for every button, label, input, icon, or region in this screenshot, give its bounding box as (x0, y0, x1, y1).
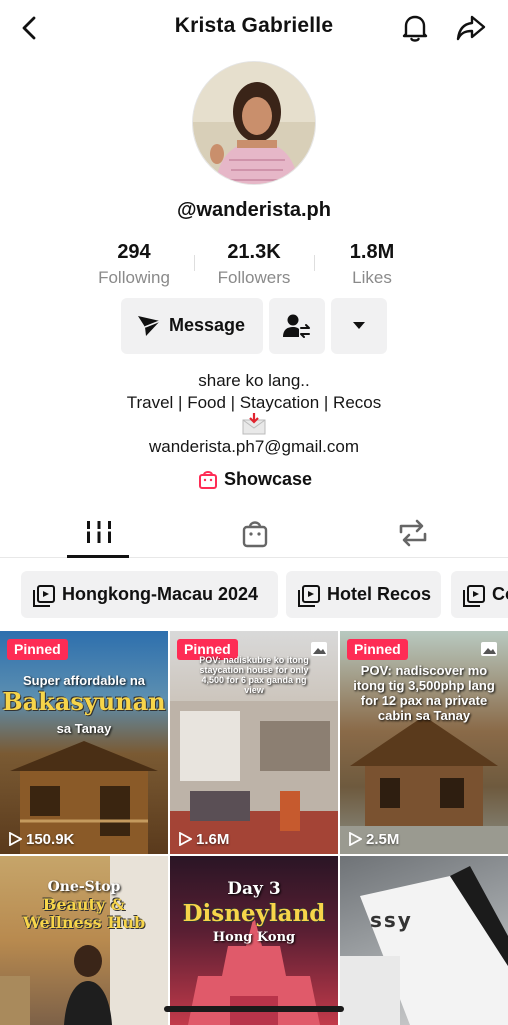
playlist-label: Hongkong-Macau 2024 (62, 584, 259, 604)
video-caption: Super affordable na (22, 673, 146, 688)
likes-count: 1.8M (349, 241, 395, 263)
follow-status-button[interactable] (269, 298, 325, 354)
bio-line: share ko lang.. (198, 371, 310, 390)
stats-row: 294 Following 21.3K Followers 1.8M Likes (0, 241, 508, 291)
tab-videos[interactable] (67, 512, 129, 558)
more-button[interactable] (331, 298, 387, 354)
gallery-icon (481, 642, 497, 656)
share-arrow-icon (456, 15, 486, 41)
following-count: 294 (117, 241, 151, 263)
gallery-icon (311, 642, 327, 656)
view-count: 1.6M (178, 831, 229, 848)
bell-icon (402, 15, 428, 42)
tab-shop[interactable] (223, 512, 285, 558)
video-caption: POV: nadiskubre ko itong staycation hous… (199, 655, 309, 695)
followers-label: Followers (217, 268, 291, 287)
play-outline-icon (179, 831, 193, 847)
active-tab-indicator (67, 555, 129, 558)
video-title: Disneyland (182, 900, 326, 927)
play-outline-icon (349, 831, 363, 847)
video-thumbnail[interactable]: Pinned POV: nadiskubre ko itong staycati… (170, 631, 338, 854)
videos-grid-icon (86, 521, 112, 543)
repost-icon (399, 519, 427, 547)
send-icon (138, 316, 161, 336)
bio-email[interactable]: wanderista.ph7@gmail.com (0, 437, 508, 457)
stat-following[interactable]: 294 Following (74, 241, 194, 288)
video-title: Bakasyunan (2, 687, 166, 716)
video-caption: One-Stop (47, 879, 121, 895)
avatar[interactable] (192, 61, 316, 185)
message-label: Message (169, 315, 246, 335)
friends-swap-icon (283, 314, 310, 338)
video-thumbnail[interactable]: Pinned Super affordable na Bakasyunan sa… (0, 631, 168, 854)
video-caption: sa Tanay (56, 721, 112, 736)
playlist-icon (33, 585, 55, 607)
video-caption: Hong Kong (212, 930, 296, 945)
pinned-badge: Pinned (347, 639, 408, 660)
playlist-icon (463, 585, 485, 607)
play-outline-icon (9, 831, 23, 847)
top-bar: Krista Gabrielle (0, 0, 508, 56)
playlist-label: Co (492, 584, 508, 604)
profile-handle: @wanderista.ph (177, 199, 331, 221)
playlist-chips: Hongkong-Macau 2024 Hotel Recos Co (0, 571, 508, 619)
content-tabs (0, 512, 508, 558)
playlist-label: Hotel Recos (327, 584, 432, 604)
triangle-down-icon (353, 322, 365, 329)
message-button[interactable]: Message (121, 298, 263, 354)
likes-label: Likes (352, 268, 392, 287)
share-button[interactable] (453, 11, 489, 45)
stat-followers[interactable]: 21.3K Followers (194, 241, 314, 288)
view-count: 150.9K (8, 831, 74, 848)
video-title: Beauty & Wellness Hub (22, 895, 146, 932)
video-thumbnail[interactable]: Pinned POV: nadiscover mo itong tig 3,50… (340, 631, 508, 854)
following-label: Following (98, 268, 170, 287)
playlist-chip[interactable]: Hongkong-Macau 2024 (21, 571, 278, 618)
envelope-icon (242, 412, 266, 436)
shop-bag-icon (242, 521, 268, 548)
video-caption: Day 3 (227, 879, 281, 899)
home-indicator (164, 1006, 344, 1012)
showcase-label: Showcase (224, 469, 313, 489)
bio-line: Travel | Food | Staycation | Recos (126, 393, 382, 412)
video-thumbnail[interactable]: ssy (340, 856, 508, 1025)
notifications-button[interactable] (398, 11, 432, 45)
playlist-icon (298, 585, 320, 607)
pinned-badge: Pinned (7, 639, 68, 660)
action-buttons: Message (0, 298, 508, 354)
stat-likes[interactable]: 1.8M Likes (312, 241, 432, 288)
shopping-bag-icon (199, 471, 217, 489)
view-count: 2.5M (348, 831, 399, 848)
tab-reposts[interactable] (378, 512, 440, 558)
video-caption: POV: nadiscover mo itong tig 3,500php la… (353, 663, 495, 723)
followers-count: 21.3K (227, 241, 281, 263)
video-thumbnail[interactable]: One-Stop Beauty & Wellness Hub (0, 856, 168, 1025)
video-grid: Pinned Super affordable na Bakasyunan sa… (0, 631, 508, 1025)
playlist-chip[interactable]: Co (451, 571, 508, 618)
video-thumbnail[interactable]: Day 3 Disneyland Hong Kong (170, 856, 338, 1025)
playlist-chip[interactable]: Hotel Recos (286, 571, 441, 618)
product-brand: ssy (370, 908, 413, 932)
